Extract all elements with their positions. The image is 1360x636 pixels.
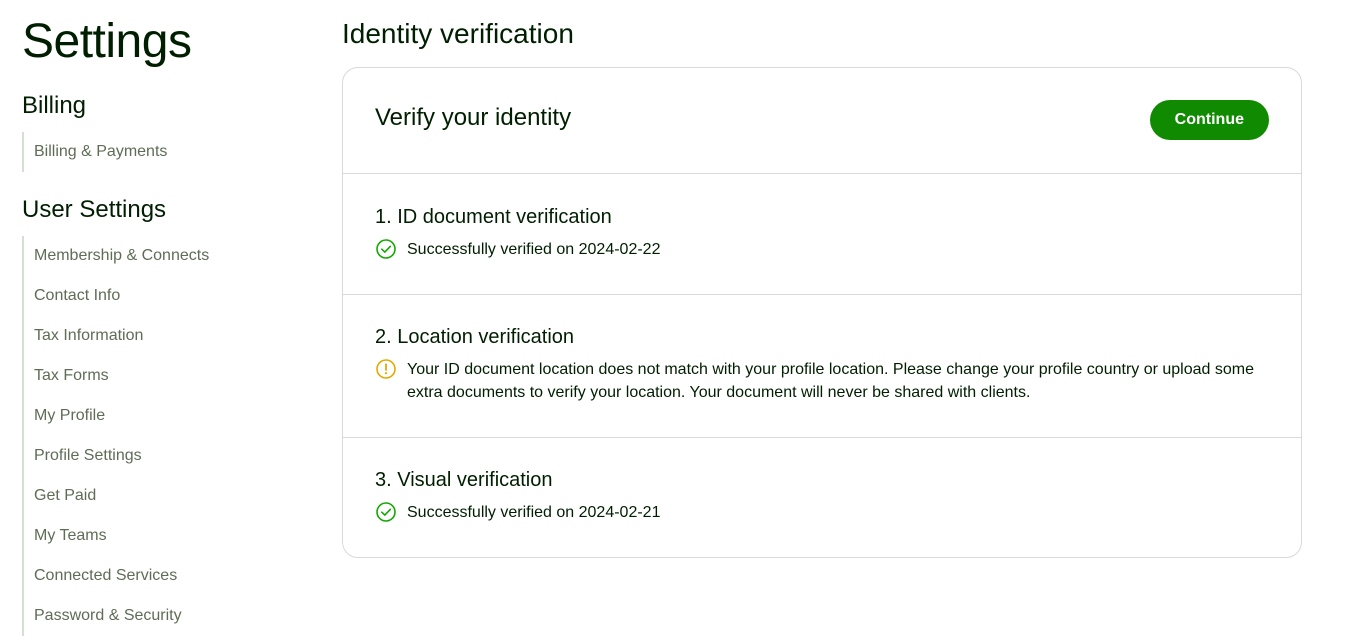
sidebar-item-my-profile[interactable]: My Profile — [24, 396, 209, 436]
continue-button[interactable]: Continue — [1149, 100, 1269, 140]
status-row: Successfully verified on 2024-02-22 — [375, 238, 1269, 261]
check-circle-icon — [376, 239, 396, 259]
step-title: 1. ID document verification — [375, 206, 612, 228]
status-message: Successfully verified on 2024-02-22 — [407, 241, 661, 258]
card-header: Verify your identity Continue — [343, 68, 1301, 174]
warning-circle-icon — [376, 359, 396, 379]
sidebar-item-tax-forms[interactable]: Tax Forms — [24, 356, 209, 396]
settings-sidebar: Settings Billing Billing & Payments User… — [22, 0, 312, 636]
status-message: Your ID document location does not match… — [407, 361, 1254, 401]
page-title: Identity verification — [342, 18, 574, 49]
sidebar-item-connected-services[interactable]: Connected Services — [24, 556, 209, 596]
settings-title: Settings — [22, 15, 192, 68]
card-title: Verify your identity — [375, 104, 572, 131]
sidebar-item-password-security[interactable]: Password & Security — [24, 596, 209, 636]
user-settings-heading: User Settings — [22, 196, 167, 223]
sidebar-item-profile-settings[interactable]: Profile Settings — [24, 436, 209, 476]
billing-heading: Billing — [22, 92, 87, 119]
step-title: 3. Visual verification — [375, 469, 553, 491]
status-message: Successfully verified on 2024-02-21 — [407, 504, 661, 521]
check-circle-icon — [376, 502, 396, 522]
sidebar-item-membership-connects[interactable]: Membership & Connects — [24, 236, 209, 276]
sidebar-item-billing-payments[interactable]: Billing & Payments — [24, 132, 167, 172]
sidebar-item-my-teams[interactable]: My Teams — [24, 516, 209, 556]
sidebar-item-get-paid[interactable]: Get Paid — [24, 476, 209, 516]
step-id-document: 1. ID document verification Successfully… — [343, 174, 1301, 295]
sidebar-item-contact-info[interactable]: Contact Info — [24, 276, 209, 316]
billing-nav: Billing & Payments — [22, 132, 167, 172]
step-visual: 3. Visual verification Successfully veri… — [343, 438, 1301, 557]
verification-card: Verify your identity Continue 1. ID docu… — [342, 67, 1302, 558]
status-row: Your ID document location does not match… — [375, 358, 1269, 404]
status-row: Successfully verified on 2024-02-21 — [375, 501, 1269, 524]
user-settings-nav: Membership & Connects Contact Info Tax I… — [22, 236, 209, 636]
step-location: 2. Location verification Your ID documen… — [343, 295, 1301, 438]
step-title: 2. Location verification — [375, 326, 575, 348]
sidebar-item-tax-information[interactable]: Tax Information — [24, 316, 209, 356]
